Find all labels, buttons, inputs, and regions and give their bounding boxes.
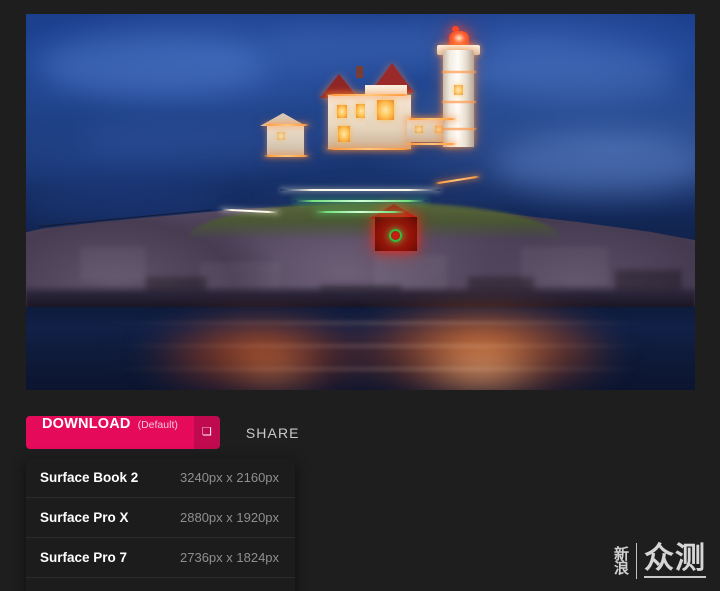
resolution-device-name: Surface Pro X — [40, 510, 129, 525]
resolution-value: 3240px x 2160px — [180, 470, 280, 485]
keepers-house-gable — [364, 84, 408, 130]
cloud — [39, 36, 267, 97]
tower-light-band — [441, 71, 477, 74]
list-item[interactable]: Surface Book 2 3240px x 2160px — [26, 458, 295, 498]
string-light-green — [293, 200, 428, 203]
photo-stage — [26, 14, 695, 390]
chevron-down-icon: ❏ — [201, 426, 212, 438]
watermark-brand-line2: 浪 — [613, 559, 629, 577]
house-window — [336, 104, 348, 118]
water-streak — [92, 322, 655, 325]
string-light-warm — [324, 93, 414, 96]
watermark-product: 众测 — [644, 541, 706, 578]
wreath-decoration — [388, 229, 402, 242]
tower-light-band — [441, 127, 477, 130]
watermark-divider — [636, 543, 637, 579]
tower-window — [453, 84, 464, 95]
tower-light-band — [441, 100, 477, 103]
download-button[interactable]: DOWNLOAD (Default) — [26, 416, 194, 449]
download-resolution-dropdown[interactable]: Surface Book 2 3240px x 2160px Surface P… — [26, 458, 295, 591]
string-light-fence — [280, 188, 441, 191]
share-button[interactable]: SHARE — [242, 419, 304, 447]
list-item[interactable]: Surface Pro 7 2736px x 1824px — [26, 538, 295, 578]
download-button-group: DOWNLOAD (Default) ❏ — [26, 416, 220, 449]
resolution-device-name: Surface Pro 7 — [40, 550, 128, 565]
water-streak — [92, 345, 655, 348]
rock-highlight — [79, 247, 147, 281]
watermark: 新 浪 众测 — [614, 543, 706, 579]
house-window — [338, 126, 350, 142]
list-item[interactable]: Surface Pro X 2880px x 1920px — [26, 498, 295, 538]
white-shed — [266, 124, 305, 155]
resolution-value: 2736px x 1824px — [180, 550, 280, 565]
watermark-brand: 新 浪 — [613, 544, 629, 577]
water-layer — [26, 307, 695, 390]
string-light-warm — [404, 118, 459, 121]
string-light-green — [313, 211, 408, 214]
app-root: DOWNLOAD (Default) ❏ SHARE Surface Book … — [0, 0, 720, 591]
download-button-label: DOWNLOAD — [42, 416, 131, 432]
cloud — [266, 21, 468, 67]
resolution-device-name: Surface Book 2 — [40, 470, 139, 485]
wing-window — [415, 125, 423, 134]
gable-window — [377, 100, 394, 120]
resolution-value: 2880px x 1920px — [180, 510, 280, 525]
watermark-brand-line1: 新 — [613, 544, 629, 563]
string-light-warm — [404, 142, 459, 145]
cloud — [79, 111, 348, 161]
wallpaper-preview-image[interactable] — [26, 14, 695, 390]
string-light-warm — [324, 147, 414, 150]
lighthouse-tower — [441, 49, 477, 148]
cloud — [454, 47, 682, 101]
action-bar: DOWNLOAD (Default) ❏ SHARE — [26, 416, 304, 449]
string-light-warm — [262, 123, 310, 126]
water-streak — [92, 368, 655, 371]
download-options-toggle[interactable]: ❏ — [193, 416, 220, 449]
list-item[interactable] — [26, 578, 295, 591]
chimney — [356, 65, 364, 78]
download-button-sublabel: (Default) — [137, 419, 178, 431]
shed-window — [276, 132, 285, 140]
